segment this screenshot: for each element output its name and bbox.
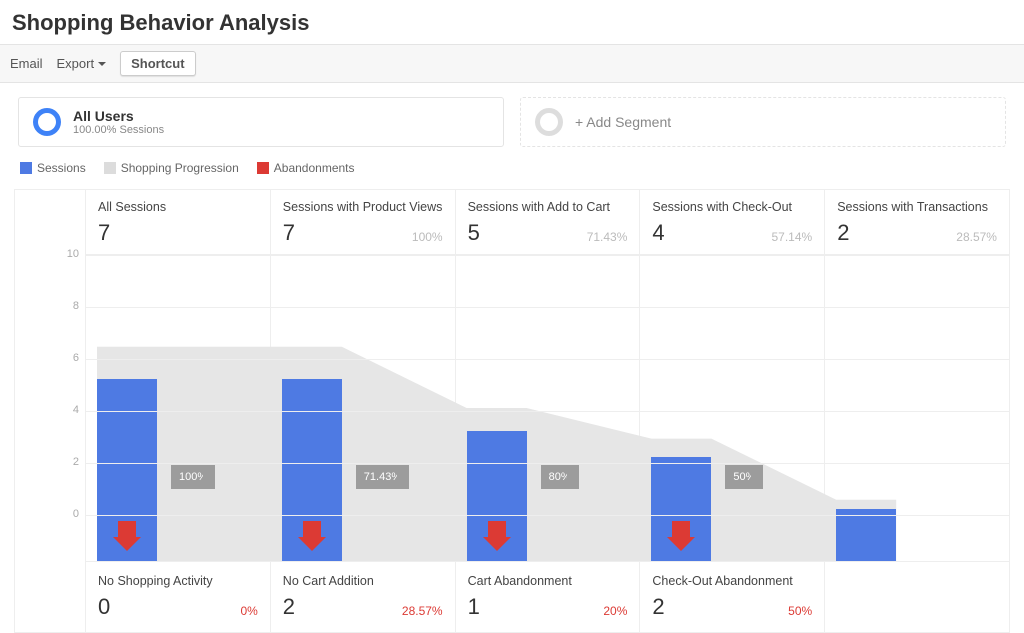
add-segment-icon [535,108,563,136]
stage-header[interactable]: Sessions with Product Views7100% [270,190,455,254]
stage-value: 7 [98,220,258,246]
segment-subtitle: 100.00% Sessions [73,124,164,136]
add-segment-button[interactable]: + Add Segment [520,97,1006,147]
chart-legend: Sessions Shopping Progression Abandonmen… [0,161,1024,181]
abandon-pct: 28.57% [402,604,443,618]
abandon-arrow-icon [483,521,511,551]
page-title: Shopping Behavior Analysis [12,10,1024,36]
abandon-arrow-icon [667,521,695,551]
stage-pct: 57.14% [771,230,812,244]
segment-chip-icon [33,108,61,136]
abandon-cell[interactable]: No Shopping Activity 00% [85,561,270,632]
progression-tag: 100% [171,465,215,489]
abandon-cell[interactable]: Cart Abandonment120% [455,561,640,632]
stage-header[interactable]: Sessions with Check-Out457.14% [639,190,824,254]
abandon-pct: 20% [603,604,627,618]
abandon-cell[interactable]: Check-Out Abandonment250% [639,561,824,632]
abandon-title: No Cart Addition [283,574,443,588]
legend-swatch-progression [104,162,116,174]
abandon-cell[interactable]: No Cart Addition228.57% [270,561,455,632]
stage-title: Sessions with Add to Cart [468,200,628,214]
abandon-title: Cart Abandonment [468,574,628,588]
y-tick: 4 [73,404,79,416]
y-tick: 8 [73,300,79,312]
add-segment-label: + Add Segment [575,114,671,130]
abandon-title: No Shopping Activity [98,574,258,588]
stage-pct: 100% [412,230,443,244]
stage-header[interactable]: Sessions with Transactions228.57% [824,190,1009,254]
shortcut-button[interactable]: Shortcut [120,51,195,76]
progression-tag: 80% [541,465,579,489]
export-menu[interactable]: Export [57,56,107,71]
y-tick: 6 [73,352,79,364]
stage-title: Sessions with Check-Out [652,200,812,214]
stage-title: All Sessions [98,200,258,214]
legend-swatch-abandonments [257,162,269,174]
stage-pct: 28.57% [956,230,997,244]
legend-label-sessions: Sessions [37,161,86,175]
y-tick: 0 [73,508,79,520]
abandon-pct: 50% [788,604,812,618]
abandon-cell-empty [824,561,1009,632]
session-bar[interactable] [836,509,896,561]
y-tick: 2 [73,456,79,468]
stage-header[interactable]: Sessions with Add to Cart571.43% [455,190,640,254]
segment-all-users[interactable]: All Users 100.00% Sessions [18,97,504,147]
plot-area: 100% 71.43% 80% 50% [85,254,1009,561]
legend-swatch-sessions [20,162,32,174]
legend-label-abandonments: Abandonments [274,161,355,175]
stage-title: Sessions with Transactions [837,200,997,214]
abandon-arrow-icon [113,521,141,551]
report-toolbar: Email Export Shortcut [0,44,1024,83]
email-button[interactable]: Email [10,56,43,71]
abandon-title: Check-Out Abandonment [652,574,812,588]
y-axis: 0246810 [15,254,85,514]
funnel-chart: All Sessions 7 Sessions with Product Views… [14,189,1010,633]
y-tick: 10 [67,248,79,260]
stage-title: Sessions with Product Views [283,200,443,214]
abandon-pct: 0% [240,604,257,618]
stage-pct: 71.43% [587,230,628,244]
abandon-arrow-icon [298,521,326,551]
abandon-value: 0 [98,594,258,620]
progression-tag: 71.43% [356,465,409,489]
segment-title: All Users [73,108,164,124]
stage-header[interactable]: All Sessions 7 [85,190,270,254]
legend-label-progression: Shopping Progression [121,161,239,175]
progression-tag: 50% [725,465,763,489]
